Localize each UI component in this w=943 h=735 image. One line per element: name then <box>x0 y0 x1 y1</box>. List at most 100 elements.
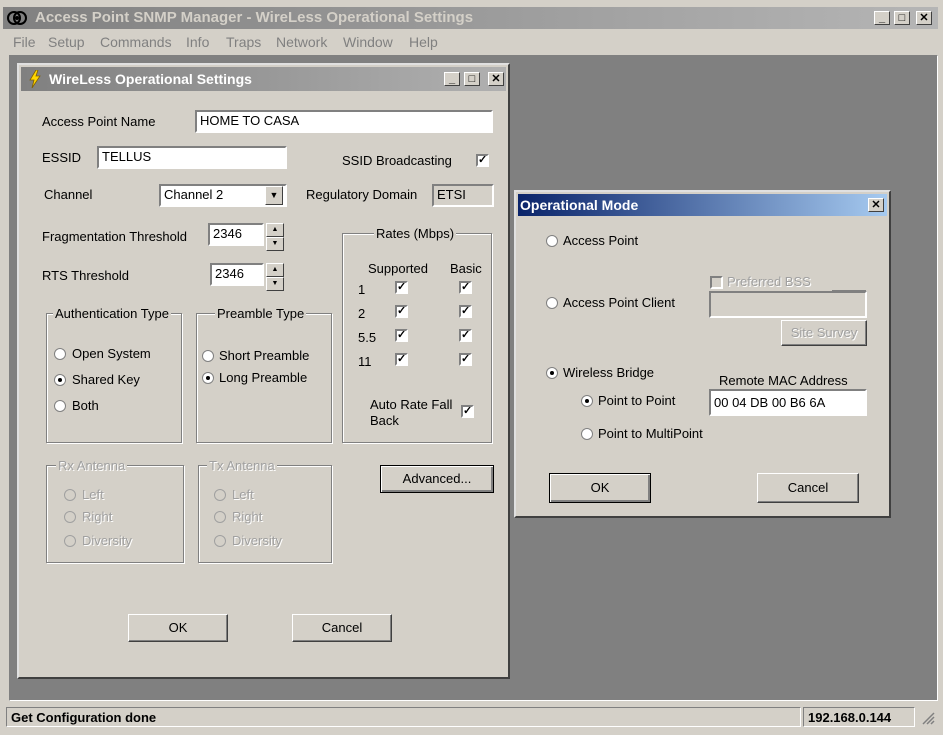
menu-setup[interactable]: Setup <box>48 34 85 50</box>
wireless-maximize-button[interactable]: □ <box>464 72 480 86</box>
rx-diversity-radio[interactable] <box>64 535 76 547</box>
auto-rate-fallback-label: Auto Rate Fall Back <box>370 397 453 428</box>
rts-threshold-label: RTS Threshold <box>42 268 129 283</box>
auth-both-radio[interactable] <box>54 400 66 412</box>
menu-window[interactable]: Window <box>343 34 393 50</box>
status-bar: Get Configuration done 192.168.0.144 <box>3 705 940 731</box>
tx-diversity-radio[interactable] <box>214 535 226 547</box>
tx-left-label: Left <box>232 487 254 502</box>
preferred-bss-checkbox[interactable] <box>710 276 723 289</box>
rts-threshold-input[interactable]: 2346 <box>210 263 264 286</box>
rts-down-icon[interactable]: ▼ <box>266 277 284 291</box>
chevron-down-icon[interactable]: ▼ <box>265 186 283 205</box>
auth-shared-key-radio[interactable] <box>54 374 66 386</box>
fragmentation-down-icon[interactable]: ▼ <box>266 237 284 251</box>
menu-commands[interactable]: Commands <box>100 34 172 50</box>
channel-select[interactable]: Channel 2 ▼ <box>159 184 287 207</box>
opmode-ok-button[interactable]: OK <box>549 473 651 503</box>
wireless-title-text: WireLess Operational Settings <box>49 71 252 87</box>
rate-1-basic-checkbox[interactable]: ✓ <box>459 281 472 294</box>
status-ip-pane: 192.168.0.144 <box>803 707 915 727</box>
preamble-group-title: Preamble Type <box>215 306 307 321</box>
opmode-access-point-label[interactable]: Access Point <box>563 233 638 248</box>
auth-open-system-label[interactable]: Open System <box>72 346 151 361</box>
menu-network[interactable]: Network <box>276 34 327 50</box>
auth-both-label[interactable]: Both <box>72 398 99 413</box>
wireless-minimize-button[interactable]: _ <box>444 72 460 86</box>
size-grip-icon[interactable] <box>921 711 935 725</box>
main-close-button[interactable]: ✕ <box>916 11 932 25</box>
rate-2-supported-checkbox[interactable]: ✓ <box>395 305 408 318</box>
rates-basic-header: Basic <box>450 261 482 276</box>
rx-left-radio[interactable] <box>64 489 76 501</box>
preamble-short-radio[interactable] <box>202 350 214 362</box>
tx-antenna-group-title: Tx Antenna <box>207 458 277 473</box>
rate-11-supported-checkbox[interactable]: ✓ <box>395 353 408 366</box>
wireless-cancel-button[interactable]: Cancel <box>292 614 392 642</box>
tx-left-radio[interactable] <box>214 489 226 501</box>
status-message-pane: Get Configuration done <box>6 707 801 727</box>
preamble-short-label[interactable]: Short Preamble <box>219 348 309 363</box>
opmode-ap-client-radio[interactable] <box>546 297 558 309</box>
regulatory-domain-value: ETSI <box>432 184 494 207</box>
rate-5-5-supported-checkbox[interactable]: ✓ <box>395 329 408 342</box>
essid-input[interactable]: TELLUS <box>97 146 287 169</box>
tx-right-radio[interactable] <box>214 511 226 523</box>
auth-shared-key-label[interactable]: Shared Key <box>72 372 140 387</box>
ap-name-input[interactable]: HOME TO CASA <box>195 110 493 133</box>
preferred-bss-label: Preferred BSS <box>727 274 811 289</box>
tx-diversity-label: Diversity <box>232 533 282 548</box>
tx-right-label: Right <box>232 509 263 524</box>
opmode-wireless-bridge-radio[interactable] <box>546 367 558 379</box>
menu-info[interactable]: Info <box>186 34 209 50</box>
menu-help[interactable]: Help <box>409 34 438 50</box>
rate-1-supported-checkbox[interactable]: ✓ <box>395 281 408 294</box>
site-survey-button[interactable]: Site Survey <box>781 320 867 346</box>
auto-rate-fallback-checkbox[interactable]: ✓ <box>461 405 474 418</box>
preferred-bss-input[interactable] <box>709 291 867 318</box>
advanced-button[interactable]: Advanced... <box>380 465 494 493</box>
opmode-ap-client-label[interactable]: Access Point Client <box>563 295 675 310</box>
rts-up-icon[interactable]: ▲ <box>266 263 284 277</box>
opmode-wireless-bridge-label[interactable]: Wireless Bridge <box>563 365 654 380</box>
p2p-label[interactable]: Point to Point <box>598 393 675 408</box>
menu-file[interactable]: File <box>13 34 36 50</box>
fragmentation-threshold-input[interactable]: 2346 <box>208 223 264 246</box>
opmode-title-text: Operational Mode <box>520 197 639 213</box>
remote-mac-input[interactable]: 00 04 DB 00 B6 6A <box>709 389 867 416</box>
p2mp-label[interactable]: Point to MultiPoint <box>598 426 703 441</box>
preamble-long-radio[interactable] <box>202 372 214 384</box>
rates-supported-header: Supported <box>368 261 428 276</box>
rate-2-basic-checkbox[interactable]: ✓ <box>459 305 472 318</box>
fragmentation-up-icon[interactable]: ▲ <box>266 223 284 237</box>
rx-right-radio[interactable] <box>64 511 76 523</box>
menu-traps[interactable]: Traps <box>226 34 261 50</box>
rate-11-basic-checkbox[interactable]: ✓ <box>459 353 472 366</box>
preamble-long-label[interactable]: Long Preamble <box>219 370 307 385</box>
main-minimize-button[interactable]: _ <box>874 11 890 25</box>
auth-open-system-radio[interactable] <box>54 348 66 360</box>
p2mp-radio[interactable] <box>581 428 593 440</box>
rx-right-label: Right <box>82 509 113 524</box>
rx-diversity-label: Diversity <box>82 533 132 548</box>
essid-label: ESSID <box>42 150 82 165</box>
main-title-bar[interactable]: Access Point SNMP Manager - WireLess Ope… <box>3 7 938 29</box>
rate-5-5-basic-checkbox[interactable]: ✓ <box>459 329 472 342</box>
p2p-radio[interactable] <box>581 395 593 407</box>
ap-name-label: Access Point Name <box>42 114 156 129</box>
rate-row-label: 5.5 <box>358 330 377 345</box>
main-title-text: Access Point SNMP Manager - WireLess Ope… <box>35 9 474 26</box>
wireless-title-bar[interactable]: WireLess Operational Settings _ □ ✕ <box>21 67 506 91</box>
rate-row-label: 1 <box>358 282 366 297</box>
opmode-cancel-button[interactable]: Cancel <box>757 473 859 503</box>
opmode-access-point-radio[interactable] <box>546 235 558 247</box>
ssid-broadcasting-checkbox[interactable]: ✓ <box>476 154 489 167</box>
regulatory-domain-label: Regulatory Domain <box>306 187 418 202</box>
opmode-title-bar[interactable]: Operational Mode ✕ <box>518 194 887 216</box>
channel-select-value: Channel 2 <box>164 187 224 202</box>
main-maximize-button[interactable]: □ <box>894 11 910 25</box>
rates-group-title: Rates (Mbps) <box>374 226 457 241</box>
wireless-close-button[interactable]: ✕ <box>488 72 504 86</box>
wireless-ok-button[interactable]: OK <box>128 614 228 642</box>
opmode-close-button[interactable]: ✕ <box>868 198 884 212</box>
